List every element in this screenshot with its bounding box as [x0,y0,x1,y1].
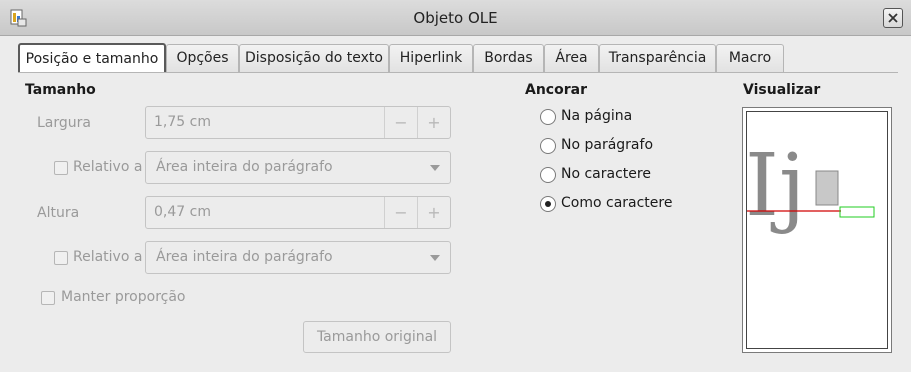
anchor-to-char-radio[interactable] [540,167,556,183]
preview-heading: Visualizar [743,82,821,98]
relative-width-label: Relativo a [73,159,143,175]
radio-selected-dot [545,201,551,207]
relative-height-label: Relativo a [73,249,143,265]
tab-hyperlink[interactable]: Hiperlink [389,44,473,72]
tab-text-wrap[interactable]: Disposição do texto [239,44,389,72]
relative-height-checkbox[interactable] [54,251,68,265]
tab-borders[interactable]: Bordas [473,44,544,72]
relative-width-select[interactable]: Área inteira do parágrafo [145,151,451,184]
close-button[interactable] [883,8,903,28]
keep-ratio-checkbox[interactable] [41,291,55,305]
anchor-to-paragraph-label: No parágrafo [561,137,654,153]
width-label: Largura [37,115,91,131]
anchor-to-paragraph-radio[interactable] [540,138,556,154]
preview-canvas: Ij [747,136,875,236]
size-heading: Tamanho [25,82,96,98]
sample-text: Ij [747,136,806,236]
window-title: Objeto OLE [413,9,498,27]
relative-width-checkbox[interactable] [54,161,68,175]
tab-panel: Tamanho Largura 1,75 cm − + Relativo a Á… [18,72,898,372]
preview-frame: Ij [746,111,888,349]
anchor-to-page-label: Na página [561,108,633,124]
height-value: 0,47 cm [154,204,211,220]
height-label: Altura [37,205,80,221]
width-value: 1,75 cm [154,114,211,130]
ole-object-placeholder [815,170,839,206]
relative-width-value: Área inteira do parágrafo [156,159,333,175]
tab-transparency[interactable]: Transparência [599,44,716,72]
chevron-down-icon [430,165,440,171]
tab-position-size[interactable]: Posição e tamanho [18,43,166,73]
relative-height-select[interactable]: Área inteira do parágrafo [145,241,451,274]
object-frame [839,206,875,218]
anchor-as-char-label: Como caractere [561,195,673,211]
title-bar: Objeto OLE [0,0,911,36]
tab-area[interactable]: Área [544,44,599,72]
close-icon [888,13,898,23]
preview-box: Ij [742,107,892,353]
width-decrement-button[interactable]: − [384,107,417,138]
tab-options[interactable]: Opções [166,44,239,72]
anchor-as-char-radio[interactable] [540,196,556,212]
relative-height-value: Área inteira do parágrafo [156,249,333,265]
width-increment-button[interactable]: + [417,107,450,138]
height-increment-button[interactable]: + [417,197,450,228]
original-size-button[interactable]: Tamanho original [303,321,451,353]
tab-macro[interactable]: Macro [716,44,784,72]
height-decrement-button[interactable]: − [384,197,417,228]
anchor-to-page-radio[interactable] [540,109,556,125]
chevron-down-icon [430,255,440,261]
anchor-heading: Ancorar [525,82,587,98]
anchor-to-char-label: No caractere [561,166,651,182]
width-spinbox[interactable]: 1,75 cm − + [145,106,451,139]
keep-ratio-label: Manter proporção [61,289,186,305]
height-spinbox[interactable]: 0,47 cm − + [145,196,451,229]
